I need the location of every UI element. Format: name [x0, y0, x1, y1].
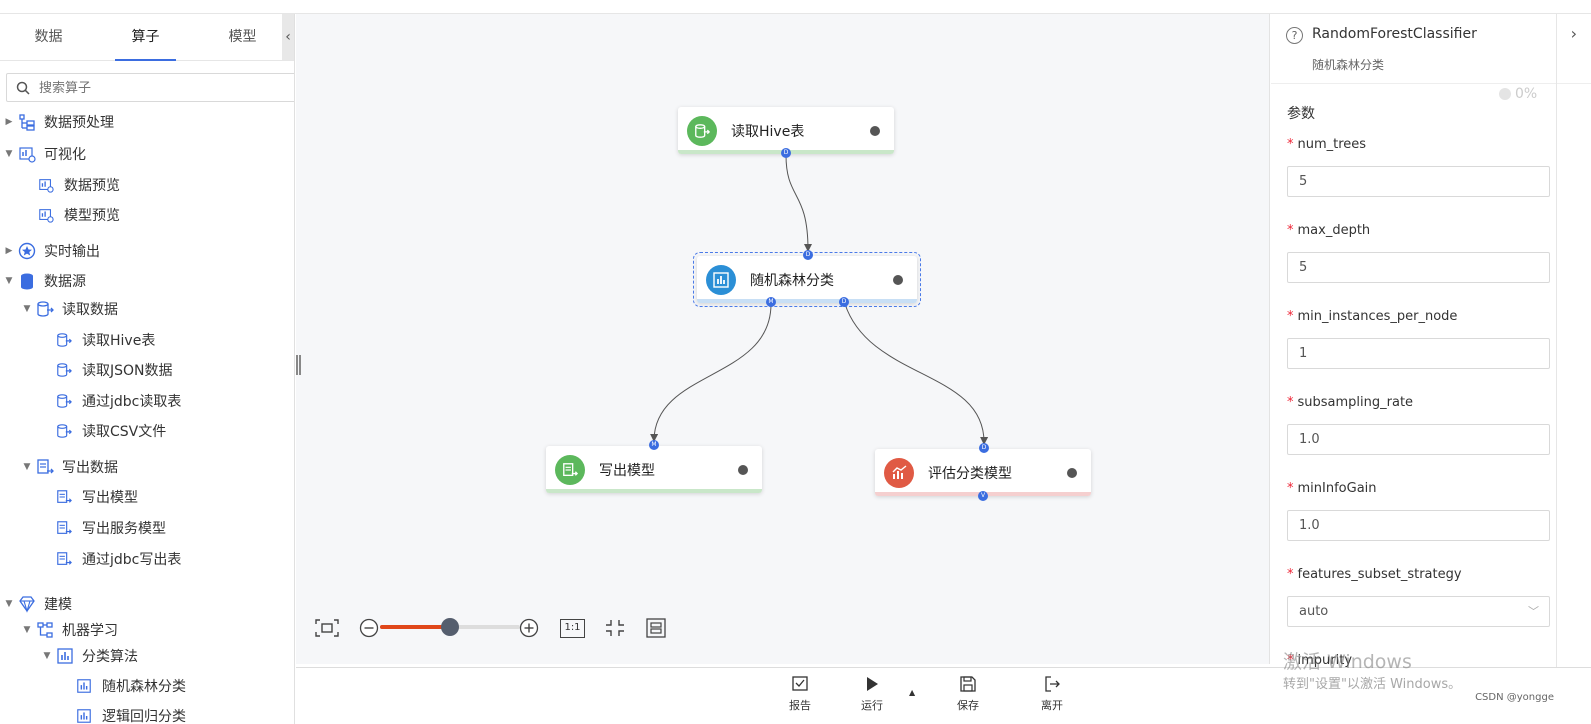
- min-info-gain-input[interactable]: 1.0: [1287, 510, 1550, 541]
- operator-subtitle: 随机森林分类: [1312, 58, 1385, 72]
- report-button[interactable]: 报告: [780, 675, 820, 713]
- param-name: features_subset_strategy: [1297, 567, 1462, 582]
- min-instances-input[interactable]: 1: [1287, 338, 1550, 369]
- report-icon: [792, 676, 808, 691]
- node-label: 评估分类模型: [928, 465, 1012, 482]
- node-status-bar: [546, 489, 762, 493]
- analytics-chart-icon: [884, 457, 914, 488]
- zoom-in-icon[interactable]: [519, 618, 539, 638]
- param-label: * num_trees: [1287, 137, 1367, 152]
- run-button[interactable]: 运行: [852, 675, 892, 713]
- play-icon: [867, 677, 878, 691]
- model-output-port[interactable]: M: [766, 297, 776, 307]
- logout-icon: [1045, 676, 1060, 692]
- fit-screen-icon[interactable]: [314, 618, 340, 638]
- num-trees-input[interactable]: 5: [1287, 166, 1550, 197]
- bar-chart-icon: [706, 264, 736, 295]
- zoom-slider-thumb[interactable]: [441, 618, 459, 636]
- actual-size-button[interactable]: 1:1: [560, 619, 585, 638]
- node-status-dot: [1067, 467, 1077, 478]
- csdn-credit: CSDN @yongge: [1475, 692, 1554, 703]
- edge-rf-to-evaluate: [844, 303, 989, 445]
- properties-header: ? RandomForestClassifier 随机森林分类 ›: [1271, 14, 1591, 84]
- exit-label: 离开: [1041, 699, 1063, 712]
- caret-up-icon[interactable]: ▲: [909, 688, 915, 697]
- data-output-port[interactable]: D: [839, 297, 849, 307]
- node-status-dot: [893, 274, 903, 285]
- properties-panel: ? RandomForestClassifier 随机森林分类 › 0% 参数 …: [1271, 14, 1591, 667]
- features-subset-strategy-select[interactable]: auto ﹀: [1287, 596, 1550, 627]
- progress-dot: [1499, 88, 1511, 100]
- node-evaluate-classifier[interactable]: 评估分类模型: [875, 449, 1091, 496]
- windows-watermark-text: 转到"设置"以激活 Windows。: [1283, 677, 1462, 692]
- param-name: minInfoGain: [1297, 481, 1377, 496]
- input-port[interactable]: M: [649, 440, 659, 450]
- node-write-model[interactable]: 写出模型: [546, 446, 762, 493]
- chevron-right-icon[interactable]: ›: [1571, 24, 1577, 43]
- layout-icon[interactable]: [645, 617, 667, 639]
- node-read-hive[interactable]: 读取Hive表: [678, 107, 894, 154]
- panel-scrollbar[interactable]: [1556, 14, 1557, 667]
- save-label: 保存: [957, 699, 979, 712]
- save-button[interactable]: 保存: [948, 675, 988, 713]
- windows-watermark-title: 激活 Windows: [1283, 651, 1412, 673]
- node-status-dot: [738, 464, 748, 475]
- param-label: * features_subset_strategy: [1287, 567, 1462, 582]
- param-name: max_depth: [1297, 223, 1371, 238]
- chevron-down-icon: ﹀: [1528, 605, 1539, 618]
- output-port[interactable]: D: [781, 148, 791, 158]
- input-port[interactable]: D: [803, 250, 813, 260]
- node-label: 写出模型: [599, 462, 655, 479]
- database-arrow-icon: [687, 115, 717, 146]
- operator-title: RandomForestClassifier: [1312, 26, 1477, 42]
- max-depth-input[interactable]: 5: [1287, 252, 1550, 283]
- zoom-slider-fill: [380, 625, 450, 629]
- document-export-icon: [555, 454, 585, 485]
- param-name: min_instances_per_node: [1297, 309, 1458, 324]
- params-section-title: 参数: [1287, 106, 1315, 122]
- node-label: 读取Hive表: [731, 123, 805, 140]
- help-icon[interactable]: ?: [1286, 27, 1303, 44]
- subsampling-rate-input[interactable]: 1.0: [1287, 424, 1550, 455]
- node-label: 随机森林分类: [750, 272, 834, 289]
- param-label: * minInfoGain: [1287, 481, 1377, 496]
- param-name: subsampling_rate: [1297, 395, 1414, 410]
- node-status-dot: [870, 125, 880, 136]
- report-label: 报告: [789, 699, 811, 712]
- run-label: 运行: [861, 699, 883, 712]
- node-status-bar: [697, 299, 917, 303]
- save-icon: [960, 676, 976, 692]
- edge-hive-to-rf: [785, 154, 812, 252]
- param-label: * max_depth: [1287, 223, 1371, 238]
- select-value: auto: [1299, 604, 1329, 619]
- output-port[interactable]: V: [978, 491, 988, 501]
- param-name: num_trees: [1297, 137, 1367, 152]
- zoom-out-icon[interactable]: [359, 618, 379, 638]
- param-label: * min_instances_per_node: [1287, 309, 1458, 324]
- input-port[interactable]: D: [979, 443, 989, 453]
- exit-button[interactable]: 离开: [1032, 675, 1072, 713]
- param-label: * subsampling_rate: [1287, 395, 1414, 410]
- edge-rf-to-write-model: [650, 303, 772, 442]
- center-icon[interactable]: [604, 618, 626, 638]
- node-random-forest[interactable]: 随机森林分类: [693, 252, 921, 307]
- progress-text: 0%: [1515, 86, 1538, 102]
- progress-indicator: 0%: [1499, 86, 1537, 102]
